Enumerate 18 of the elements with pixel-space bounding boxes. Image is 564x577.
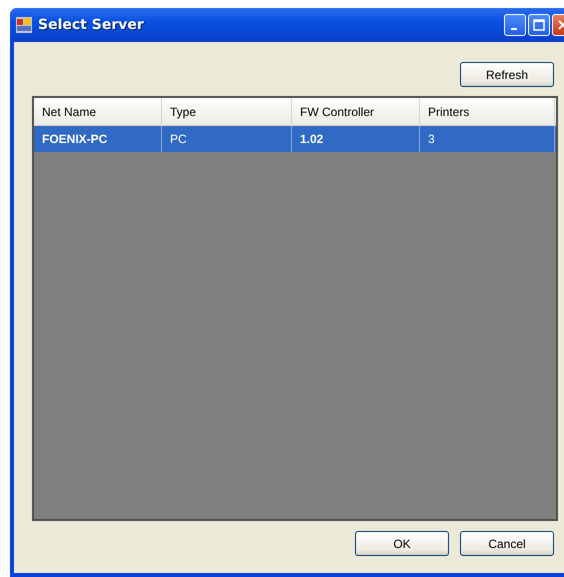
- table-row[interactable]: FOENIX-PC PC 1.02 3: [34, 126, 556, 152]
- minimize-icon: [511, 28, 517, 30]
- column-header[interactable]: Type: [162, 98, 292, 125]
- maximize-icon: [533, 19, 545, 31]
- window-title: Select Server: [38, 17, 145, 33]
- refresh-button[interactable]: Refresh: [460, 62, 554, 87]
- cancel-button[interactable]: Cancel: [460, 531, 554, 556]
- minimize-button[interactable]: [504, 14, 526, 36]
- ok-button[interactable]: OK: [355, 531, 449, 556]
- column-header[interactable]: FW Controller: [292, 98, 420, 125]
- table-cell: FOENIX-PC: [34, 126, 162, 152]
- app-icon: [16, 17, 32, 33]
- column-header[interactable]: Printers: [420, 98, 555, 125]
- table-cell: 3: [420, 126, 555, 152]
- table-cell: 1.02: [292, 126, 420, 152]
- table-cell: PC: [162, 126, 292, 152]
- maximize-button[interactable]: [528, 14, 550, 36]
- column-header[interactable]: Net Name: [34, 98, 162, 125]
